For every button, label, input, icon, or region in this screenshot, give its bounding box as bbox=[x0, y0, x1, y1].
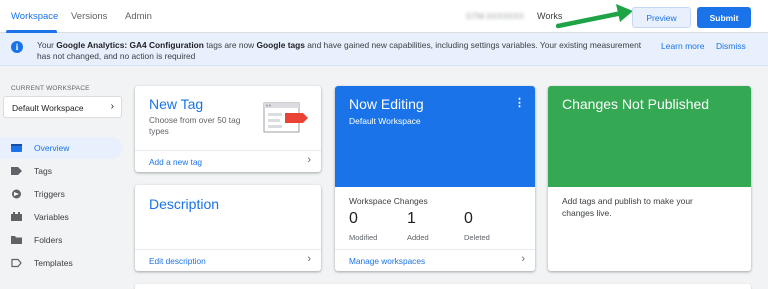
card-subtitle: Choose from over 50 tag types bbox=[149, 115, 241, 136]
tab-workspace[interactable]: Workspace bbox=[11, 11, 58, 22]
green-arrow-annotation bbox=[556, 4, 633, 29]
tag-icon bbox=[11, 167, 22, 175]
card-title: Now Editing bbox=[349, 96, 424, 112]
card-title: Description bbox=[149, 196, 220, 212]
modified-label: Modified bbox=[349, 233, 378, 242]
sidebar-item-templates[interactable]: Templates bbox=[0, 252, 122, 274]
description-card[interactable]: Description Edit description › bbox=[135, 185, 321, 271]
chevron-right-icon: › bbox=[307, 253, 311, 265]
info-banner: i Your Google Analytics: GA4 Configurati… bbox=[0, 33, 768, 66]
sidebar-item-variables[interactable]: Variables bbox=[0, 206, 122, 228]
chevron-right-icon: › bbox=[521, 253, 525, 265]
new-tag-card[interactable]: New Tag Choose from over 50 tag types Add… bbox=[135, 86, 321, 172]
sidebar-item-label: Tags bbox=[34, 166, 52, 176]
tab-versions[interactable]: Versions bbox=[71, 11, 107, 22]
sidebar-item-label: Triggers bbox=[34, 189, 65, 199]
added-label: Added bbox=[407, 233, 429, 242]
info-icon: i bbox=[11, 41, 23, 53]
sidebar-item-label: Templates bbox=[34, 258, 73, 268]
trigger-icon bbox=[12, 189, 21, 199]
top-navigation-bar: Workspace Versions Admin GTM-XXXXXXX Wor… bbox=[0, 0, 768, 33]
deleted-count: 0 bbox=[464, 210, 473, 227]
current-workspace-label: CURRENT WORKSPACE bbox=[11, 85, 90, 92]
card-title: New Tag bbox=[149, 96, 204, 112]
folder-icon bbox=[11, 236, 22, 244]
changes-not-published-message: Add tags and publish to make your change… bbox=[562, 196, 693, 218]
learn-more-link[interactable]: Learn more bbox=[661, 41, 704, 51]
sidebar-item-folders[interactable]: Folders bbox=[0, 229, 122, 251]
new-tag-illustration bbox=[263, 102, 308, 133]
add-new-tag-link[interactable]: Add a new tag bbox=[149, 157, 202, 167]
chevron-right-icon: › bbox=[110, 101, 114, 112]
card-footer[interactable]: Manage workspaces › bbox=[335, 249, 535, 271]
changes-not-published-header: Changes Not Published bbox=[548, 86, 751, 187]
preview-button[interactable]: Preview bbox=[632, 7, 691, 28]
dismiss-link[interactable]: Dismiss bbox=[716, 41, 746, 51]
banner-message: Your Google Analytics: GA4 Configuration… bbox=[37, 40, 642, 61]
sidebar-item-overview[interactable]: Overview bbox=[0, 137, 122, 159]
sidebar-item-label: Overview bbox=[34, 143, 70, 153]
template-icon bbox=[11, 258, 22, 268]
sidebar: CURRENT WORKSPACE Default Workspace › Ov… bbox=[0, 66, 128, 289]
manage-workspaces-link[interactable]: Manage workspaces bbox=[349, 256, 425, 266]
chevron-right-icon: › bbox=[307, 154, 311, 166]
sidebar-item-label: Folders bbox=[34, 235, 63, 245]
card-title: Changes Not Published bbox=[562, 96, 710, 112]
workspace-name: Default Workspace bbox=[12, 103, 84, 113]
container-id: GTM-XXXXXXX bbox=[466, 12, 524, 21]
sidebar-item-triggers[interactable]: Triggers bbox=[0, 183, 122, 205]
variables-icon bbox=[11, 212, 22, 221]
submit-button[interactable]: Submit bbox=[697, 7, 751, 28]
sidebar-item-label: Variables bbox=[34, 212, 69, 222]
tab-admin[interactable]: Admin bbox=[125, 11, 152, 22]
added-count: 1 bbox=[407, 210, 416, 227]
now-editing-card: Now Editing Default Workspace ⋮ Workspac… bbox=[335, 86, 535, 271]
current-workspace-name: Default Workspace bbox=[349, 116, 421, 126]
modified-count: 0 bbox=[349, 210, 358, 227]
more-vert-icon[interactable]: ⋮ bbox=[514, 96, 525, 109]
changes-not-published-card: Changes Not Published Add tags and publi… bbox=[548, 86, 751, 271]
now-editing-header: Now Editing Default Workspace ⋮ bbox=[335, 86, 535, 187]
edit-description-link[interactable]: Edit description bbox=[149, 256, 206, 266]
overview-icon bbox=[11, 144, 22, 152]
bottom-card-edge bbox=[135, 284, 751, 289]
card-footer[interactable]: Add a new tag › bbox=[135, 150, 321, 172]
workspace-selector[interactable]: Default Workspace › bbox=[3, 96, 122, 118]
card-footer[interactable]: Edit description › bbox=[135, 249, 321, 271]
deleted-label: Deleted bbox=[464, 233, 490, 242]
sidebar-item-tags[interactable]: Tags bbox=[0, 160, 122, 182]
workspace-changes-label: Workspace Changes bbox=[349, 196, 428, 206]
